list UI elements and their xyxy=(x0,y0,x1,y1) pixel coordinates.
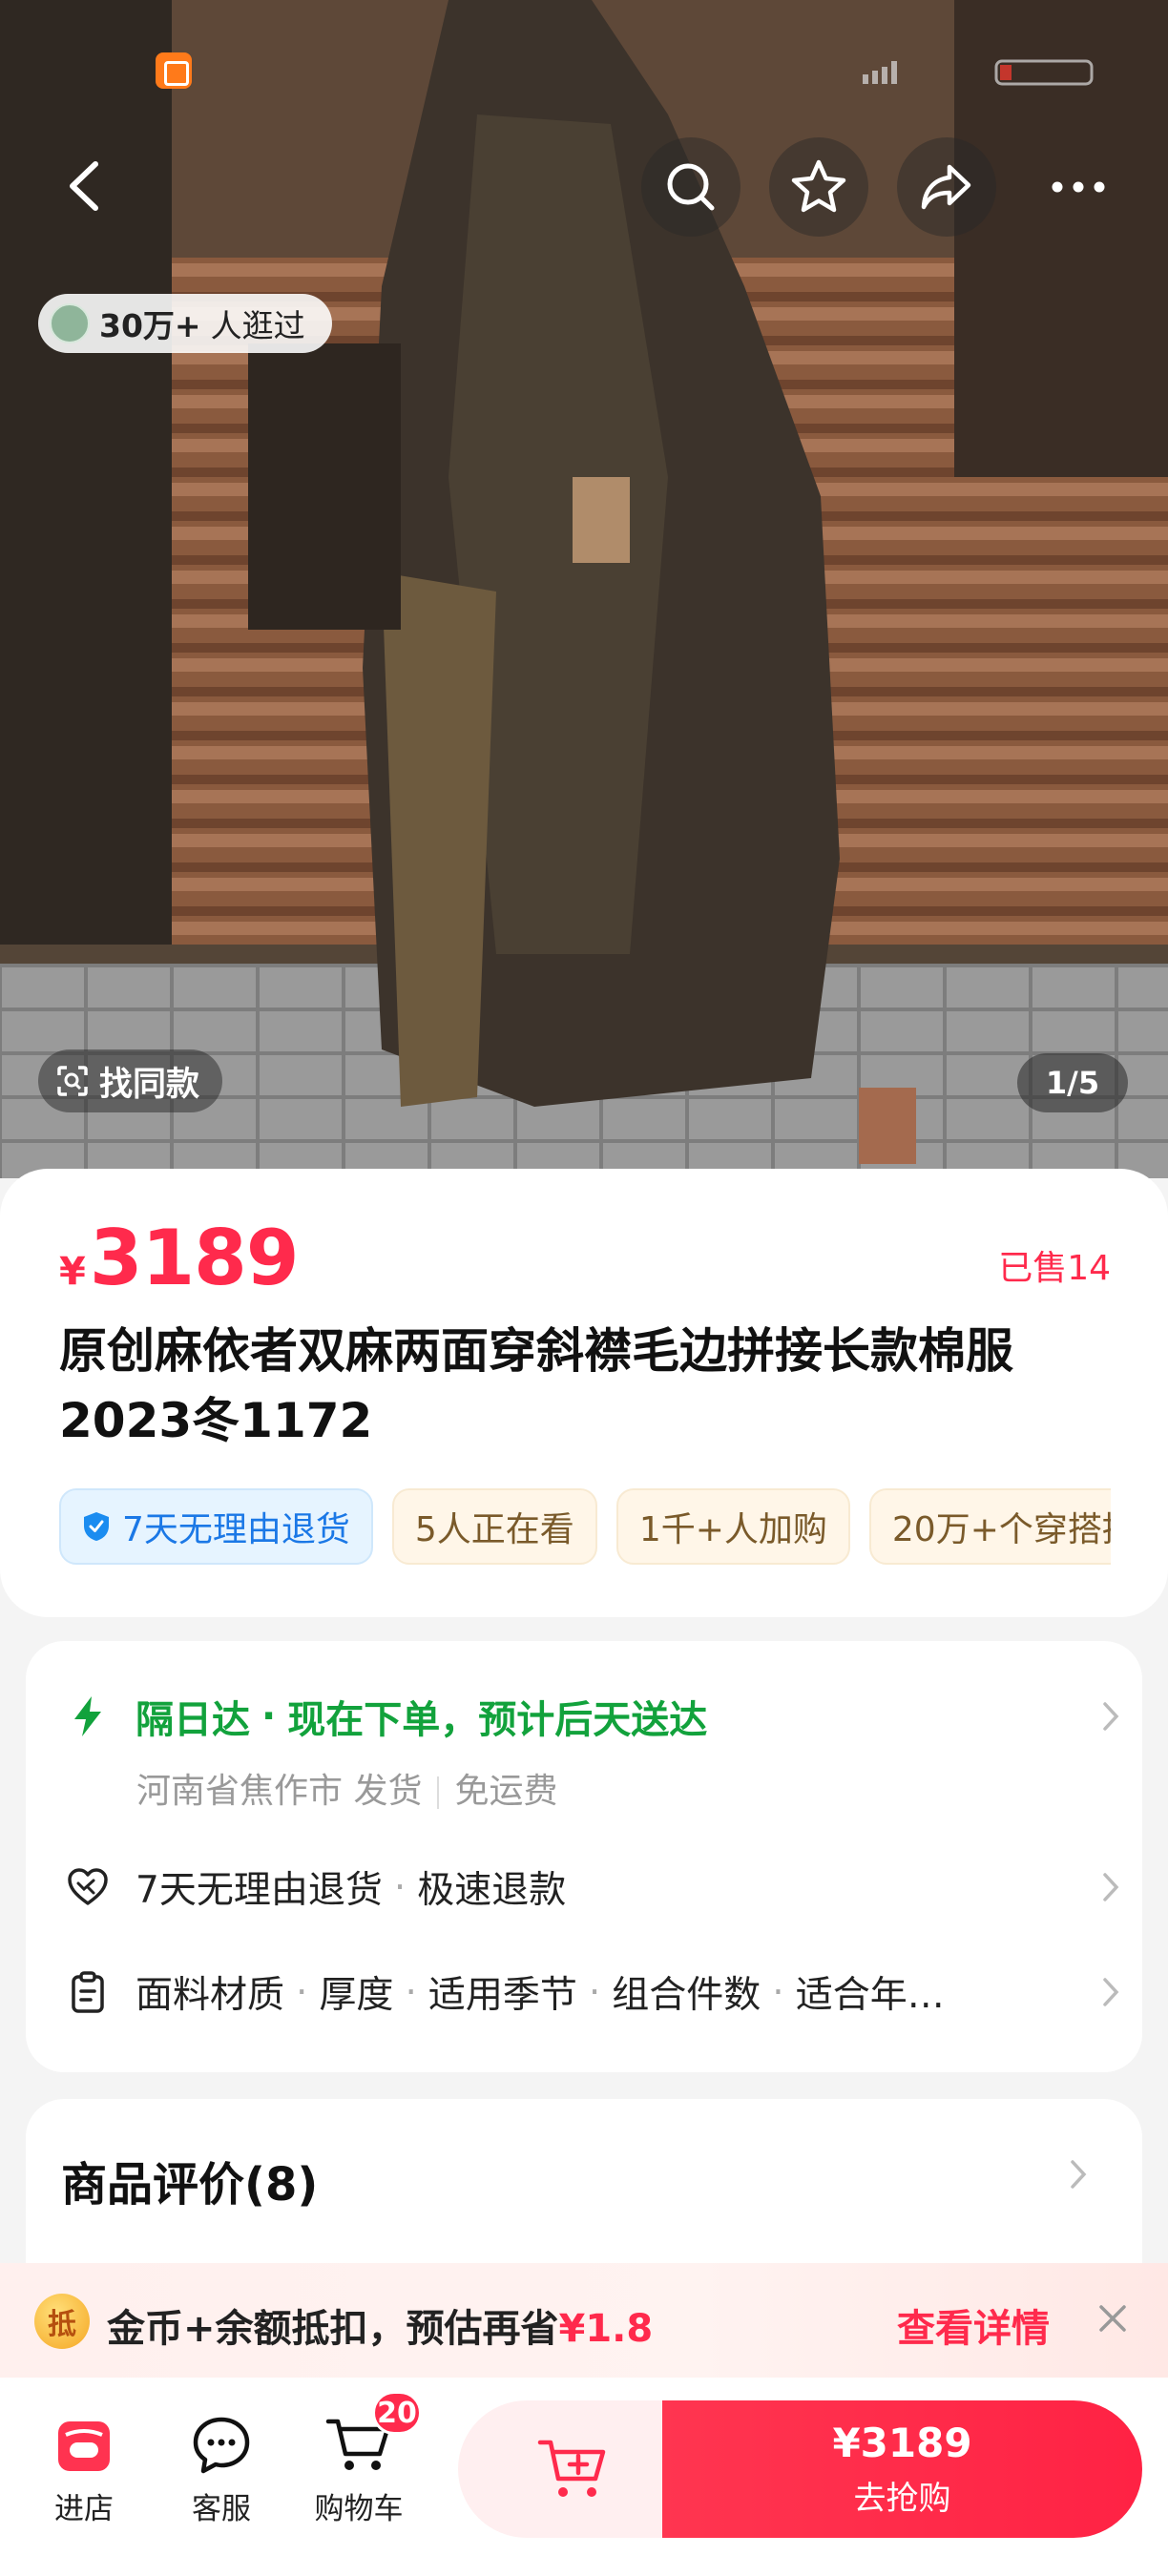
currency-symbol: ¥ xyxy=(59,1250,86,1294)
tag-return-policy[interactable]: 7天无理由退货 xyxy=(59,1488,373,1565)
buy-now-button[interactable]: ¥3189 去抢购 xyxy=(662,2400,1142,2538)
shipping-info: 河南省焦作市 发货 免运费 xyxy=(136,1763,557,1813)
tag-label: 7天无理由退货 xyxy=(122,1510,350,1549)
separator-dot: · xyxy=(393,1865,407,1909)
scan-icon xyxy=(57,1066,88,1096)
tag-outfit-recommend[interactable]: 20万+个穿搭推荐 xyxy=(868,1488,1111,1565)
product-title: 原创麻依者双麻两面穿斜襟毛边拼接长款棉服2023冬1172 xyxy=(59,1323,1013,1448)
cart-plus-icon xyxy=(537,2440,606,2497)
delivery-row[interactable]: 隔日达 · 现在下单，预计后天送达 xyxy=(65,1689,1120,1744)
separator-dot: · xyxy=(405,1970,417,2014)
price-value: 3189 xyxy=(89,1214,300,1302)
more-button[interactable] xyxy=(1029,137,1128,237)
separator-dot: · xyxy=(296,1970,308,2014)
viewed-count: 30万+ xyxy=(99,307,201,344)
tag-label: 20万+个穿搭推荐 xyxy=(891,1510,1111,1549)
attr-item: 适合年… xyxy=(795,1974,945,2017)
cart-count-badge: 20 xyxy=(372,2391,422,2435)
viewed-count-pill: 30万+ 人逛过 xyxy=(38,294,332,353)
buy-price: ¥3189 xyxy=(832,2420,972,2466)
tag-viewing[interactable]: 5人正在看 xyxy=(391,1488,597,1565)
find-same-button[interactable]: 找同款 xyxy=(38,1049,223,1112)
chevron-right-icon xyxy=(1103,1978,1119,2006)
delivery-label: 隔日达 xyxy=(136,1698,250,1742)
product-tags: 7天无理由退货 5人正在看 1千+人加购 20万+个穿搭推荐 xyxy=(59,1488,1111,1568)
share-button[interactable] xyxy=(897,137,996,237)
clipboard-icon xyxy=(72,1971,104,2013)
return-extra: 极速退款 xyxy=(417,1869,567,1912)
cart-label: 购物车 xyxy=(314,2492,404,2526)
divider xyxy=(437,1776,440,1809)
buy-label: 去抢购 xyxy=(853,2480,951,2518)
shield-icon xyxy=(84,1512,109,1541)
attr-item: 厚度 xyxy=(319,1974,394,2017)
attr-item: 适用季节 xyxy=(428,1974,577,2017)
heart-refund-icon xyxy=(68,1868,108,1905)
chat-icon xyxy=(193,2417,250,2474)
attr-item: 面料材质 xyxy=(136,1974,285,2017)
coin-banner-text: 金币+余额抵扣，预估再省¥1.8 xyxy=(107,2297,653,2353)
more-icon xyxy=(1052,181,1105,193)
lightning-icon xyxy=(74,1696,101,1736)
status-bar-icons xyxy=(863,59,1094,86)
separator-dot: · xyxy=(772,1970,784,2014)
shop-icon xyxy=(58,2421,110,2471)
delivery-text: 现在下单，预计后天送达 xyxy=(287,1698,708,1742)
return-policy-row[interactable]: 7天无理由退货 · 极速退款 xyxy=(65,1860,1120,1914)
product-attributes-row[interactable]: 面料材质 · 厚度 · 适用季节 · 组合件数 · 适合年… xyxy=(65,1965,1120,2019)
tag-label: 1千+人加购 xyxy=(638,1510,827,1549)
share-icon xyxy=(921,164,971,210)
chevron-right-icon[interactable] xyxy=(1069,2158,1088,2191)
star-icon xyxy=(791,159,846,213)
view-details-link[interactable]: 查看详情 xyxy=(897,2297,1050,2353)
sold-count: 已售14 xyxy=(998,1249,1111,1288)
back-icon xyxy=(70,161,98,211)
product-price: ¥ 3189 xyxy=(59,1214,299,1302)
close-icon[interactable] xyxy=(1095,2301,1130,2336)
chevron-right-icon xyxy=(1103,1702,1119,1731)
shipping-fee: 免运费 xyxy=(454,1772,558,1811)
coin-amount: ¥1.8 xyxy=(558,2307,654,2351)
ship-from: 河南省焦作市 发货 xyxy=(136,1772,423,1811)
search-icon xyxy=(667,163,715,211)
viewed-suffix: 人逛过 xyxy=(210,307,305,344)
add-to-cart-button[interactable] xyxy=(458,2400,687,2538)
shop-label: 进店 xyxy=(54,2492,114,2526)
tag-label: 5人正在看 xyxy=(414,1510,574,1549)
tag-added-to-cart[interactable]: 1千+人加购 xyxy=(615,1488,850,1565)
service-label: 客服 xyxy=(192,2492,251,2526)
shop-button[interactable]: 进店 xyxy=(27,2414,141,2527)
search-button[interactable] xyxy=(641,137,740,237)
product-image-carousel[interactable]: 30万+ 人逛过 找同款 1/5 xyxy=(0,0,1168,1178)
find-same-label: 找同款 xyxy=(99,1065,200,1104)
customer-service-button[interactable]: 客服 xyxy=(164,2414,279,2527)
status-bar-app-icon xyxy=(156,52,192,89)
return-label: 7天无理由退货 xyxy=(136,1869,383,1912)
chevron-right-icon xyxy=(1103,1873,1119,1901)
image-page-indicator: 1/5 xyxy=(1017,1053,1128,1112)
back-button[interactable] xyxy=(57,153,115,219)
favorite-button[interactable] xyxy=(769,137,868,237)
attr-item: 组合件数 xyxy=(612,1974,761,2017)
reviews-title: 商品评价(8) xyxy=(61,2158,319,2212)
separator-dot: · xyxy=(588,1970,601,2014)
delivery-separator: · xyxy=(261,1694,277,1738)
coin-text: 金币+余额抵扣，预估再省 xyxy=(107,2307,559,2351)
coin-icon: 抵 xyxy=(34,2294,90,2349)
avatar xyxy=(50,303,90,343)
